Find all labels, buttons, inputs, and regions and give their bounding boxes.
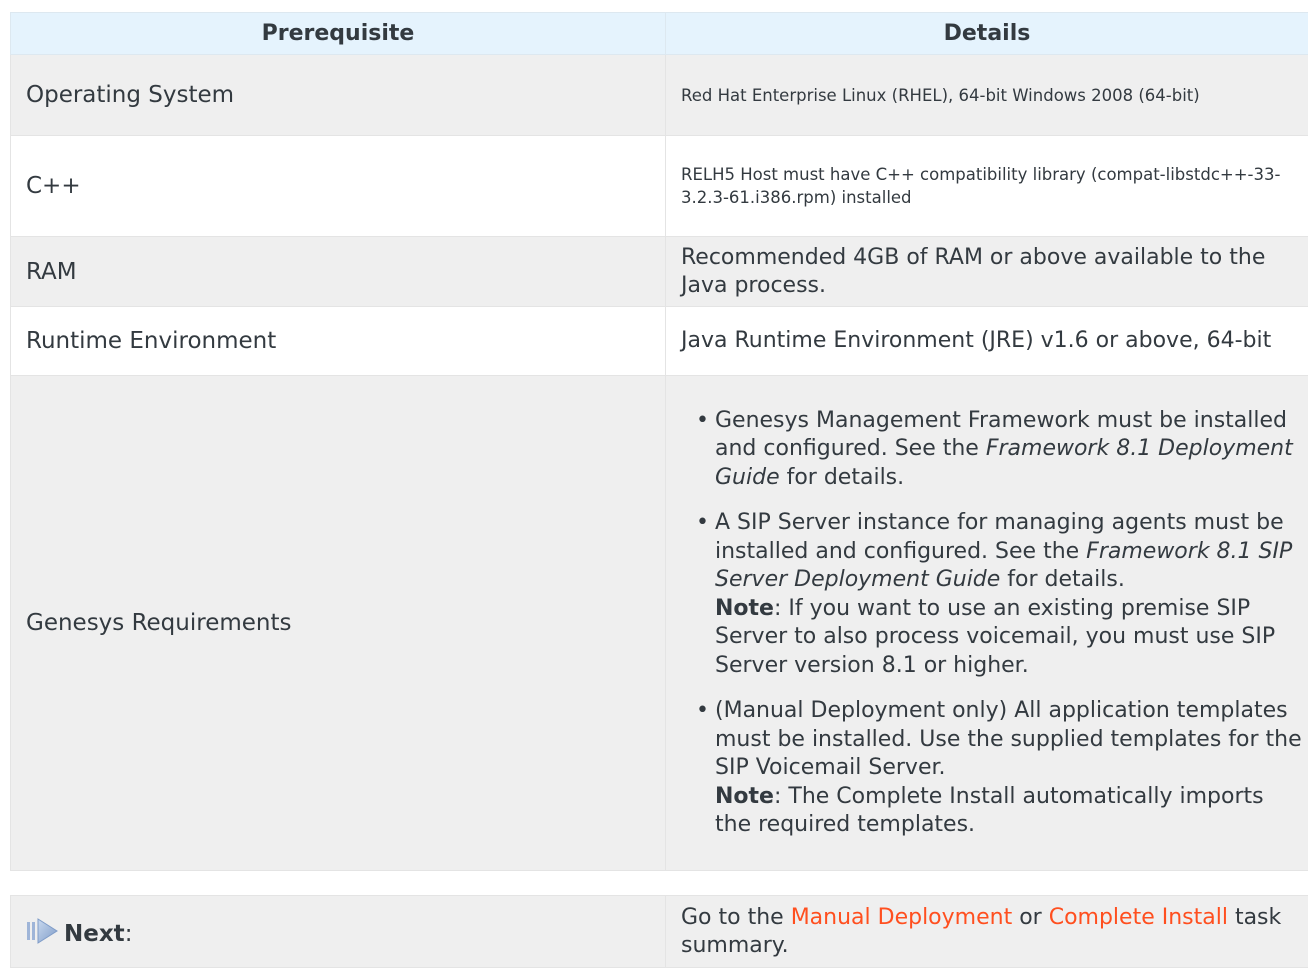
table-row: Genesys Requirements • Genesys Managemen…	[11, 376, 1308, 871]
row-cpp-prerequisite: C++	[11, 136, 666, 237]
note-label: Note	[715, 596, 774, 621]
header-prerequisite: Prerequisite	[11, 13, 666, 55]
next-arrow-icon	[26, 916, 60, 946]
row-ram-details: Recommended 4GB of RAM or above availabl…	[666, 237, 1308, 307]
bullet-icon: •	[696, 697, 709, 726]
prerequisites-content: Prerequisite Details Operating System Re…	[10, 12, 1308, 968]
manual-deployment-link[interactable]: Manual Deployment	[791, 905, 1013, 930]
prerequisites-table: Prerequisite Details Operating System Re…	[10, 12, 1308, 871]
bullet-icon: •	[696, 407, 709, 436]
table-row: RAM Recommended 4GB of RAM or above avai…	[11, 237, 1308, 307]
table-row: C++ RELH5 Host must have C++ compatibili…	[11, 136, 1308, 237]
next-label: Next	[64, 921, 125, 947]
table-row: Runtime Environment Java Runtime Environ…	[11, 307, 1308, 376]
next-label-cell: Next:	[11, 896, 666, 968]
next-steps-table: Next: Go to the Manual Deployment or Com…	[10, 895, 1308, 968]
list-item: • A SIP Server instance for managing age…	[696, 509, 1304, 680]
complete-install-link[interactable]: Complete Install	[1049, 905, 1228, 930]
row-runtime-prerequisite: Runtime Environment	[11, 307, 666, 376]
row-genesys-details: • Genesys Management Framework must be i…	[666, 376, 1308, 871]
next-row: Next: Go to the Manual Deployment or Com…	[11, 896, 1308, 968]
row-os-prerequisite: Operating System	[11, 55, 666, 136]
row-cpp-details: RELH5 Host must have C++ compatibility l…	[666, 136, 1308, 237]
next-text-cell: Go to the Manual Deployment or Complete …	[666, 896, 1308, 968]
row-runtime-details: Java Runtime Environment (JRE) v1.6 or a…	[666, 307, 1308, 376]
row-ram-prerequisite: RAM	[11, 237, 666, 307]
header-details: Details	[666, 13, 1308, 55]
row-os-details: Red Hat Enterprise Linux (RHEL), 64-bit …	[666, 55, 1308, 136]
row-genesys-prerequisite: Genesys Requirements	[11, 376, 666, 871]
table-row: Operating System Red Hat Enterprise Linu…	[11, 55, 1308, 136]
list-item: • Genesys Management Framework must be i…	[696, 407, 1304, 493]
list-item: • (Manual Deployment only) All applicati…	[696, 697, 1304, 840]
bullet-icon: •	[696, 509, 709, 538]
table-header-row: Prerequisite Details	[11, 13, 1308, 55]
note-label: Note	[715, 784, 774, 809]
genesys-requirements-list: • Genesys Management Framework must be i…	[673, 407, 1304, 840]
